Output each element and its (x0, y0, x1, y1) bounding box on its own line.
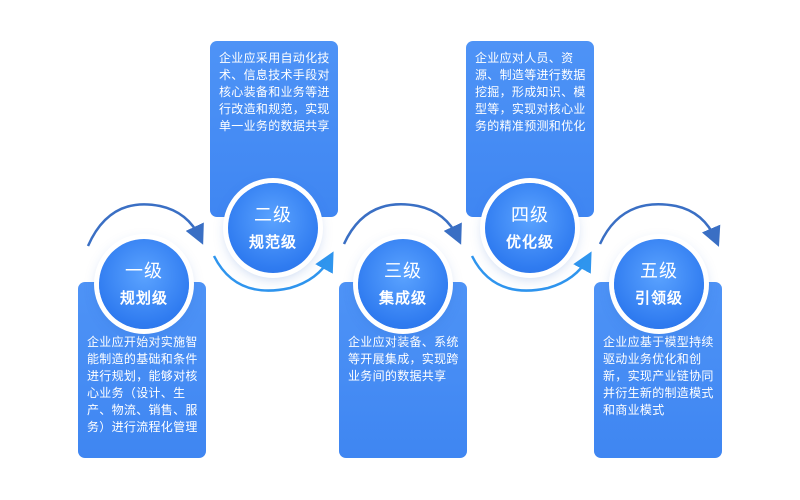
stage-1-description: 企业应开始对实施智能制造的基础和条件进行规划，能够对核心业务（设计、生产、物流、… (87, 335, 198, 434)
stage-3-description: 企业应对装备、系统等开展集成，实现跨业务间的数据共享 (348, 335, 459, 383)
stage-5-badge: 五级 引领级 (614, 239, 704, 329)
stage-2-level: 二级 (254, 205, 292, 226)
stage-1-badge: 一级 规划级 (99, 239, 189, 329)
stage-4-name: 优化级 (505, 233, 554, 251)
stage-2-name: 规范级 (248, 233, 297, 251)
stage-2-description: 企业应采用自动化技术、信息技术手段对核心装备和业务等进行改造和规范，实现单一业务… (219, 51, 330, 133)
stage-3-badge: 三级 集成级 (358, 239, 448, 329)
stage-5-level: 五级 (640, 261, 678, 282)
stage-1-level: 一级 (125, 261, 163, 282)
stage-3-name: 集成级 (378, 289, 427, 307)
stage-4-badge: 四级 优化级 (485, 183, 575, 273)
stage-4-description: 企业应对人员、资源、制造等进行数据挖掘，形成知识、模型等，实现对核心业务的精准预… (475, 51, 586, 133)
stage-3-level: 三级 (384, 261, 422, 282)
stage-2-badge: 二级 规范级 (228, 183, 318, 273)
stage-1-name: 规划级 (119, 289, 168, 307)
stage-5-name: 引领级 (634, 289, 683, 307)
stage-5-description: 企业应基于模型持续驱动业务优化和创新，实现产业链协同并衍生新的制造模式和商业模式 (603, 335, 714, 417)
stage-4-level: 四级 (511, 205, 549, 226)
